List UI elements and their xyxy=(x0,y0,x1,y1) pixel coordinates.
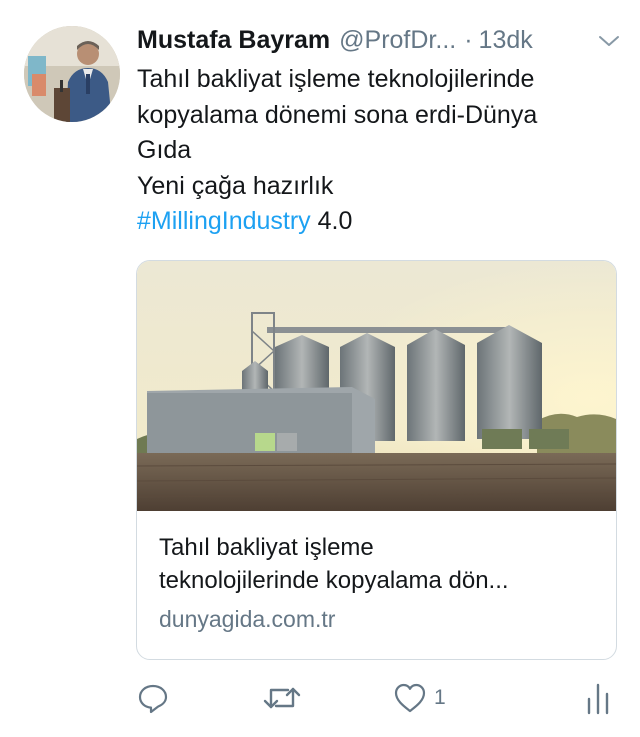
reply-button[interactable] xyxy=(136,680,170,716)
analytics-button[interactable] xyxy=(584,680,612,716)
tweet-text-line: kopyalama dönemi sona erdi-Dünya xyxy=(137,100,538,129)
analytics-icon xyxy=(584,681,612,715)
tweet-text-line: Yeni çağa hazırlık xyxy=(137,171,334,200)
author-handle[interactable]: @ProfDr... xyxy=(339,26,456,55)
retweet-icon xyxy=(262,681,302,715)
avatar[interactable] xyxy=(24,26,120,122)
like-count: 1 xyxy=(434,686,446,709)
tweet-text: Tahıl bakliyat işleme teknolojilerinde k… xyxy=(137,62,617,240)
tweet-timestamp[interactable]: 13dk xyxy=(479,26,533,55)
retweet-button[interactable] xyxy=(262,680,302,716)
tweet-text-line: Tahıl bakliyat işleme teknolojilerinde xyxy=(137,65,535,93)
tweet-text-line: Gıda xyxy=(137,136,192,164)
separator-dot: · xyxy=(464,25,473,54)
like-button[interactable]: 1 xyxy=(392,680,446,716)
link-card[interactable]: Tahıl bakliyat işleme teknolojilerinde k… xyxy=(136,260,617,660)
card-title: Tahıl bakliyat işleme teknolojilerinde k… xyxy=(159,531,599,597)
tweet-text-line: #MillingIndustry 4.0 xyxy=(137,204,617,240)
chevron-down-icon[interactable] xyxy=(596,28,622,54)
hashtag-suffix: 4.0 xyxy=(310,207,353,235)
card-image xyxy=(137,261,616,511)
tweet-header: Mustafa Bayram @ProfDr... · 13dk xyxy=(137,24,622,56)
reply-icon xyxy=(136,681,170,715)
author-name[interactable]: Mustafa Bayram xyxy=(137,26,330,55)
card-domain: dunyagida.com.tr xyxy=(159,606,336,632)
card-title-line: Tahıl bakliyat işleme xyxy=(159,534,374,561)
card-title-line: teknolojilerinde kopyalama dön... xyxy=(159,567,509,594)
hashtag-link[interactable]: #MillingIndustry xyxy=(137,207,311,235)
tweet-actions: 1 xyxy=(0,670,640,730)
heart-icon xyxy=(392,681,428,715)
